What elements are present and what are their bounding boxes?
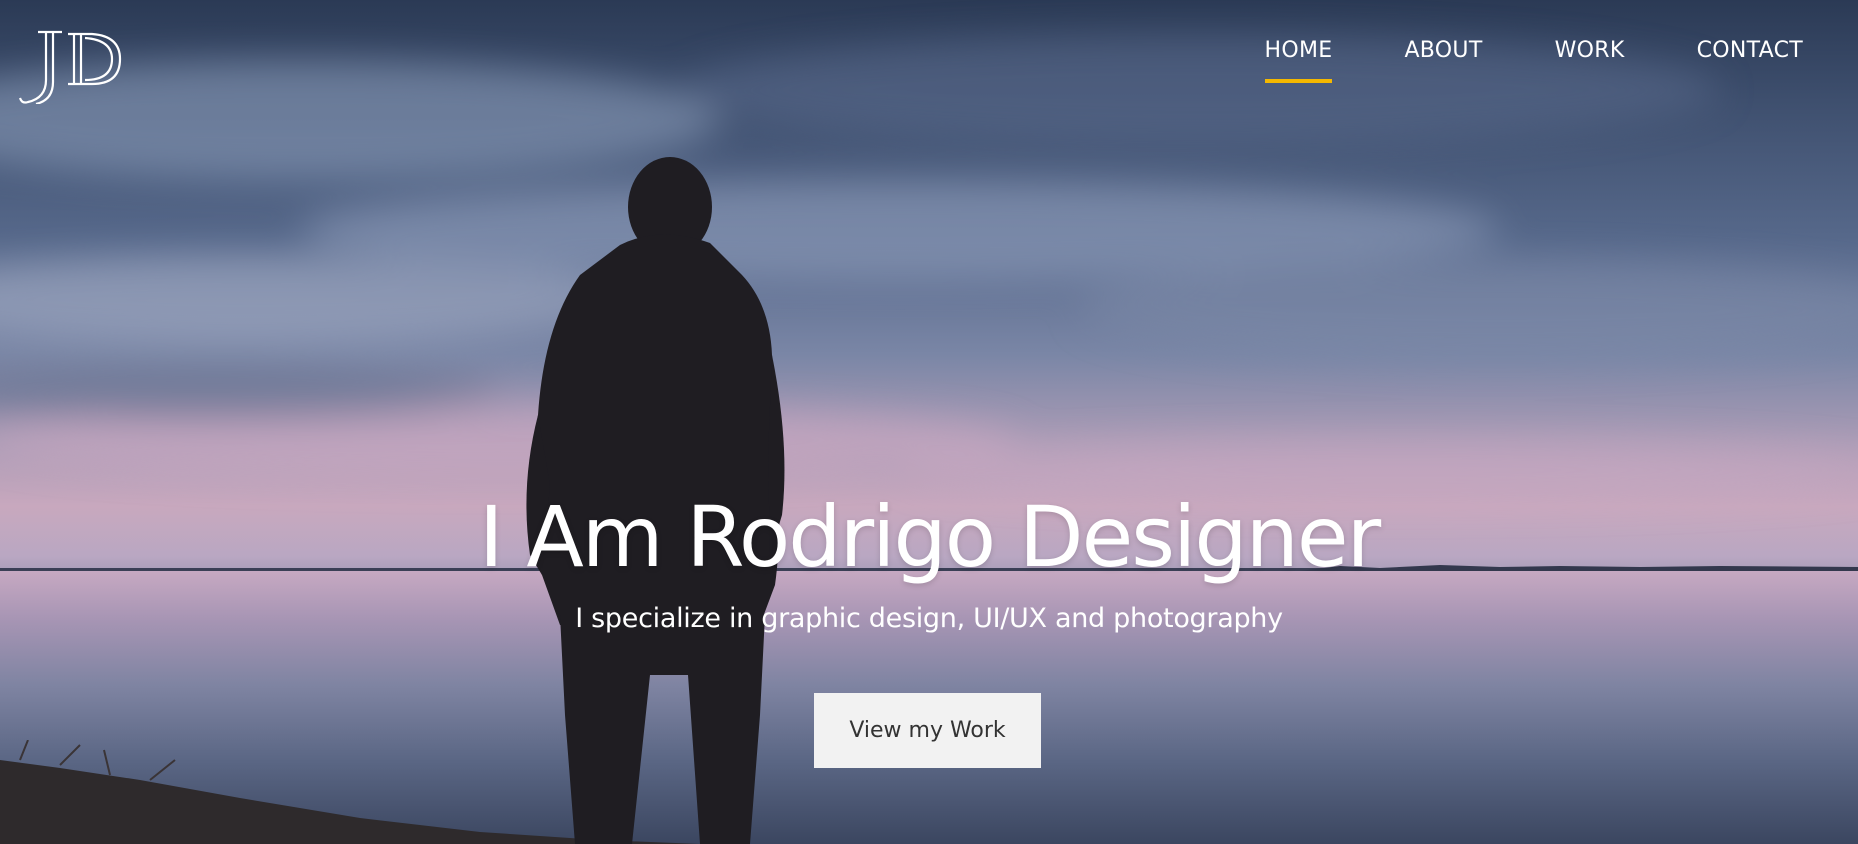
hero-subheadline: I specialize in graphic design, UI/UX an… bbox=[575, 603, 1283, 634]
nav-about-link[interactable]: ABOUT bbox=[1404, 38, 1482, 63]
hero-headline: I Am Rodrigo Designer bbox=[478, 488, 1381, 586]
logo-monogram-jd[interactable] bbox=[18, 28, 122, 104]
nav-home-link[interactable]: HOME bbox=[1264, 38, 1333, 83]
view-my-work-button[interactable]: View my Work bbox=[814, 693, 1041, 768]
nav-contact-link[interactable]: CONTACT bbox=[1697, 38, 1803, 63]
hero-section: HOME ABOUT WORK CONTACT I Am Rodrigo Des… bbox=[0, 0, 1858, 844]
nav-work-link[interactable]: WORK bbox=[1555, 38, 1625, 63]
main-navigation: HOME ABOUT WORK CONTACT bbox=[1264, 38, 1804, 83]
